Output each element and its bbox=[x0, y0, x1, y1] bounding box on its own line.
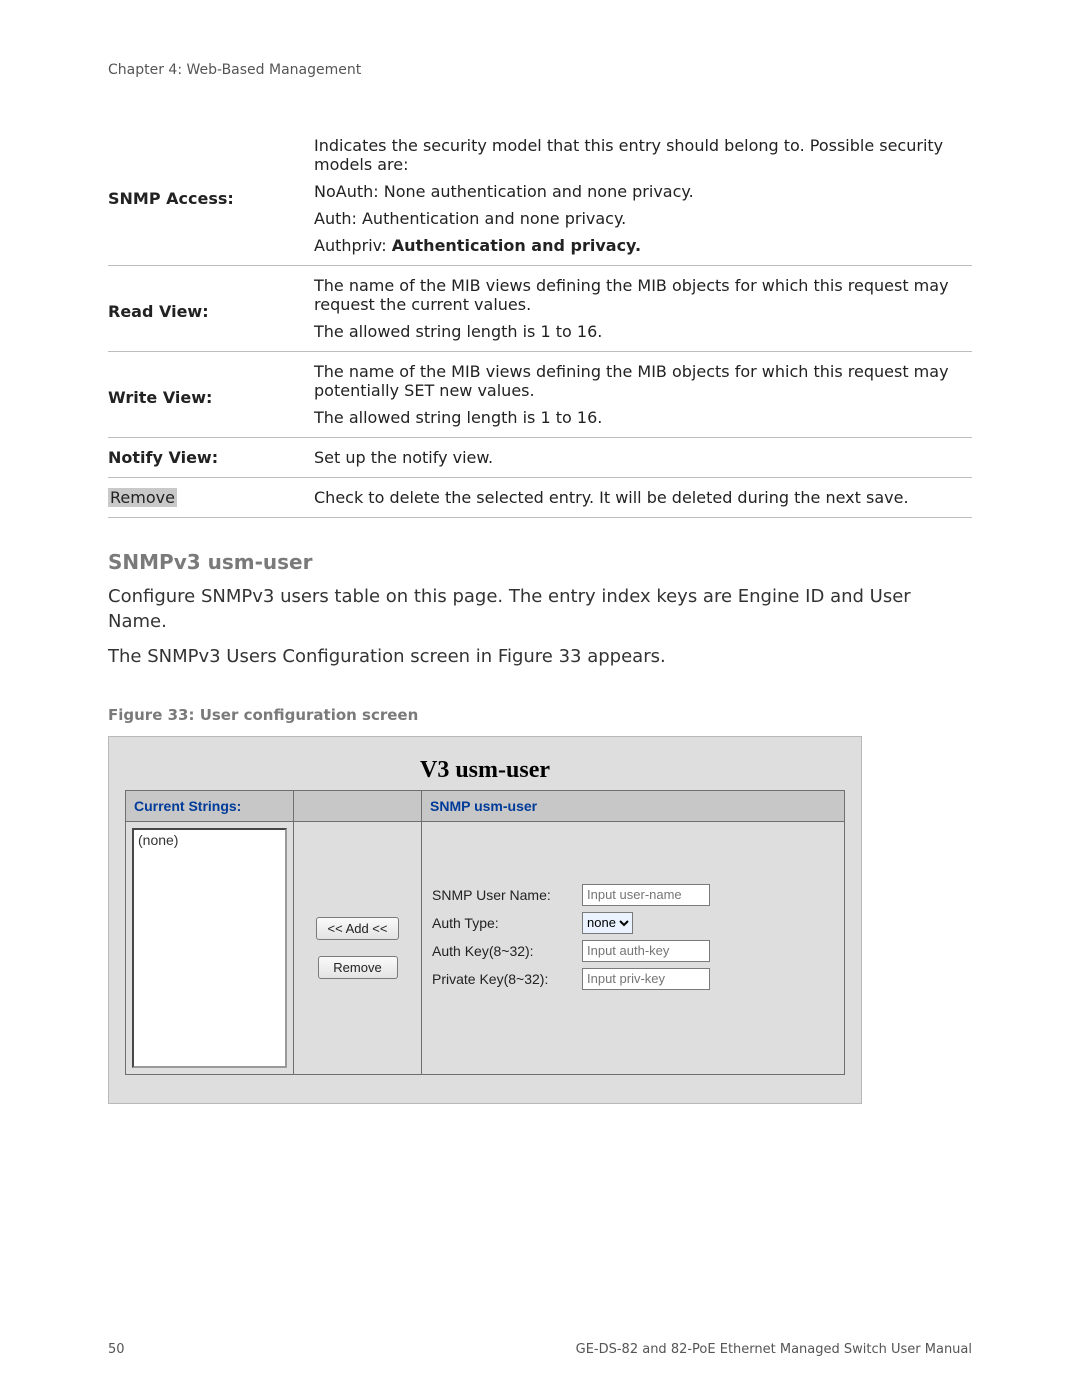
col-header-blank bbox=[294, 790, 422, 821]
desc-write-view-2: The allowed string length is 1 to 16. bbox=[314, 404, 972, 438]
desc-snmp-access-3: Auth: Authentication and none privacy. bbox=[314, 205, 972, 232]
list-item[interactable]: (none) bbox=[138, 832, 281, 848]
col-header-snmp-usm-user: SNMP usm-user bbox=[422, 790, 845, 821]
col-header-current-strings: Current Strings: bbox=[126, 790, 294, 821]
section-paragraph-2: The SNMPv3 Users Configuration screen in… bbox=[108, 644, 972, 669]
running-header: Chapter 4: Web-Based Management bbox=[108, 62, 972, 78]
parameter-table: SNMP Access: Indicates the security mode… bbox=[108, 126, 972, 518]
label-read-view: Read View: bbox=[108, 266, 314, 352]
desc-read-view-1: The name of the MIB views defining the M… bbox=[314, 266, 972, 319]
usm-table: Current Strings: SNMP usm-user (none) <<… bbox=[125, 790, 845, 1075]
label-private-key: Private Key(8~32): bbox=[432, 971, 582, 987]
figure-panel: V3 usm-user Current Strings: SNMP usm-us… bbox=[108, 736, 862, 1104]
section-heading: SNMPv3 usm-user bbox=[108, 550, 972, 574]
desc-write-view-1: The name of the MIB views defining the M… bbox=[314, 352, 972, 405]
desc-remove: Check to delete the selected entry. It w… bbox=[314, 478, 972, 518]
figure-title: V3 usm-user bbox=[125, 757, 845, 784]
figure-caption: Figure 33: User configuration screen bbox=[108, 706, 972, 724]
label-auth-type: Auth Type: bbox=[432, 915, 582, 931]
desc-snmp-access-4: Authpriv: Authentication and privacy. bbox=[314, 232, 972, 266]
add-button[interactable]: << Add << bbox=[316, 917, 398, 940]
snmp-user-name-input[interactable] bbox=[582, 884, 710, 906]
page-footer: 50 GE-DS-82 and 82-PoE Ethernet Managed … bbox=[108, 1342, 972, 1357]
desc-snmp-access-2: NoAuth: None authentication and none pri… bbox=[314, 178, 972, 205]
desc-read-view-2: The allowed string length is 1 to 16. bbox=[314, 318, 972, 352]
section-paragraph-1: Configure SNMPv3 users table on this pag… bbox=[108, 584, 972, 634]
desc-notify-view: Set up the notify view. bbox=[314, 438, 972, 478]
current-strings-listbox[interactable]: (none) bbox=[132, 828, 287, 1068]
auth-type-select[interactable]: none bbox=[582, 912, 633, 934]
label-auth-key: Auth Key(8~32): bbox=[432, 943, 582, 959]
desc-snmp-access-1: Indicates the security model that this e… bbox=[314, 126, 972, 178]
label-snmp-access: SNMP Access: bbox=[108, 126, 314, 266]
auth-key-input[interactable] bbox=[582, 940, 710, 962]
remove-button[interactable]: Remove bbox=[318, 956, 398, 979]
label-write-view: Write View: bbox=[108, 352, 314, 438]
private-key-input[interactable] bbox=[582, 968, 710, 990]
label-snmp-user-name: SNMP User Name: bbox=[432, 887, 582, 903]
page-number: 50 bbox=[108, 1342, 125, 1357]
label-notify-view: Notify View: bbox=[108, 438, 314, 478]
manual-title: GE-DS-82 and 82-PoE Ethernet Managed Swi… bbox=[576, 1342, 972, 1357]
label-remove: Remove bbox=[108, 478, 314, 518]
